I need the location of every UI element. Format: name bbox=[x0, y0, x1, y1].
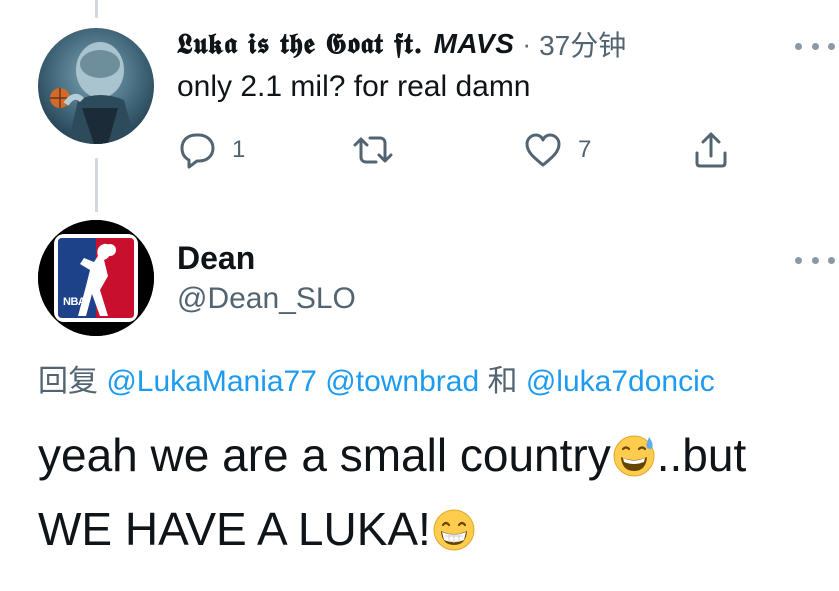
display-name-italic: MAVS bbox=[433, 28, 515, 59]
tweet-time[interactable]: 37分钟 bbox=[539, 24, 626, 64]
main-display-name[interactable]: Dean bbox=[177, 240, 255, 277]
parent-tweet-text: only 2.1 mil? for real damn bbox=[177, 70, 531, 103]
replying-conjunction: 和 bbox=[487, 365, 518, 398]
replying-to: 回复 @LukaMania77 @townbrad 和 @luka7doncic bbox=[38, 356, 715, 400]
nba-logo-avatar bbox=[38, 220, 154, 336]
thread-line bbox=[95, 158, 98, 212]
share-icon bbox=[695, 132, 727, 168]
parent-display-name[interactable]: 𝕷𝖚𝖐𝖆 𝖎𝖘 𝖙𝖍𝖊 𝕲𝖔𝖆𝖙 𝖋𝖙. MAVS bbox=[177, 27, 514, 61]
mention-link[interactable]: @luka7doncic bbox=[526, 365, 715, 398]
tweet-text-line2: WE HAVE A LUKA! bbox=[38, 503, 431, 555]
heart-icon bbox=[525, 133, 561, 167]
separator-dot: · bbox=[522, 28, 532, 59]
like-button[interactable]: 7 bbox=[522, 128, 591, 172]
more-dots-icon[interactable] bbox=[795, 36, 835, 56]
nba-logo-text: NBA bbox=[63, 296, 86, 308]
reply-button[interactable]: 1 bbox=[176, 128, 245, 172]
share-button[interactable] bbox=[690, 128, 732, 172]
retweet-icon bbox=[353, 136, 393, 164]
avatar-dean[interactable]: NBA bbox=[38, 220, 154, 336]
replying-prefix: 回复 bbox=[38, 365, 98, 398]
grinning-face-with-sweat-emoji bbox=[613, 435, 655, 477]
avatar-image bbox=[38, 28, 154, 144]
avatar-luka-fan[interactable] bbox=[38, 28, 154, 144]
parent-tweet-header: 𝕷𝖚𝖐𝖆 𝖎𝖘 𝖙𝖍𝖊 𝕲𝖔𝖆𝖙 𝖋𝖙. MAVS · 37分钟 bbox=[177, 24, 626, 64]
speech-bubble-icon bbox=[180, 133, 215, 169]
retweet-button[interactable] bbox=[352, 128, 408, 172]
more-dots-icon[interactable] bbox=[795, 250, 835, 270]
beaming-face-emoji bbox=[433, 509, 475, 551]
tweet-text-line1-after: ..but bbox=[656, 429, 747, 481]
main-tweet-text: yeah we are a small country ..but WE HAV… bbox=[38, 418, 818, 566]
main-handle[interactable]: @Dean_SLO bbox=[177, 282, 356, 316]
mention-link[interactable]: @LukaMania77 bbox=[106, 365, 317, 398]
display-name-gothic: 𝕷𝖚𝖐𝖆 𝖎𝖘 𝖙𝖍𝖊 𝕲𝖔𝖆𝖙 𝖋𝖙. bbox=[177, 27, 424, 60]
thread-line bbox=[95, 0, 98, 18]
mention-link[interactable]: @townbrad bbox=[325, 365, 479, 398]
tweet-text-line1: yeah we are a small country bbox=[38, 429, 611, 481]
reply-count: 1 bbox=[232, 136, 246, 163]
like-count: 7 bbox=[578, 136, 592, 163]
